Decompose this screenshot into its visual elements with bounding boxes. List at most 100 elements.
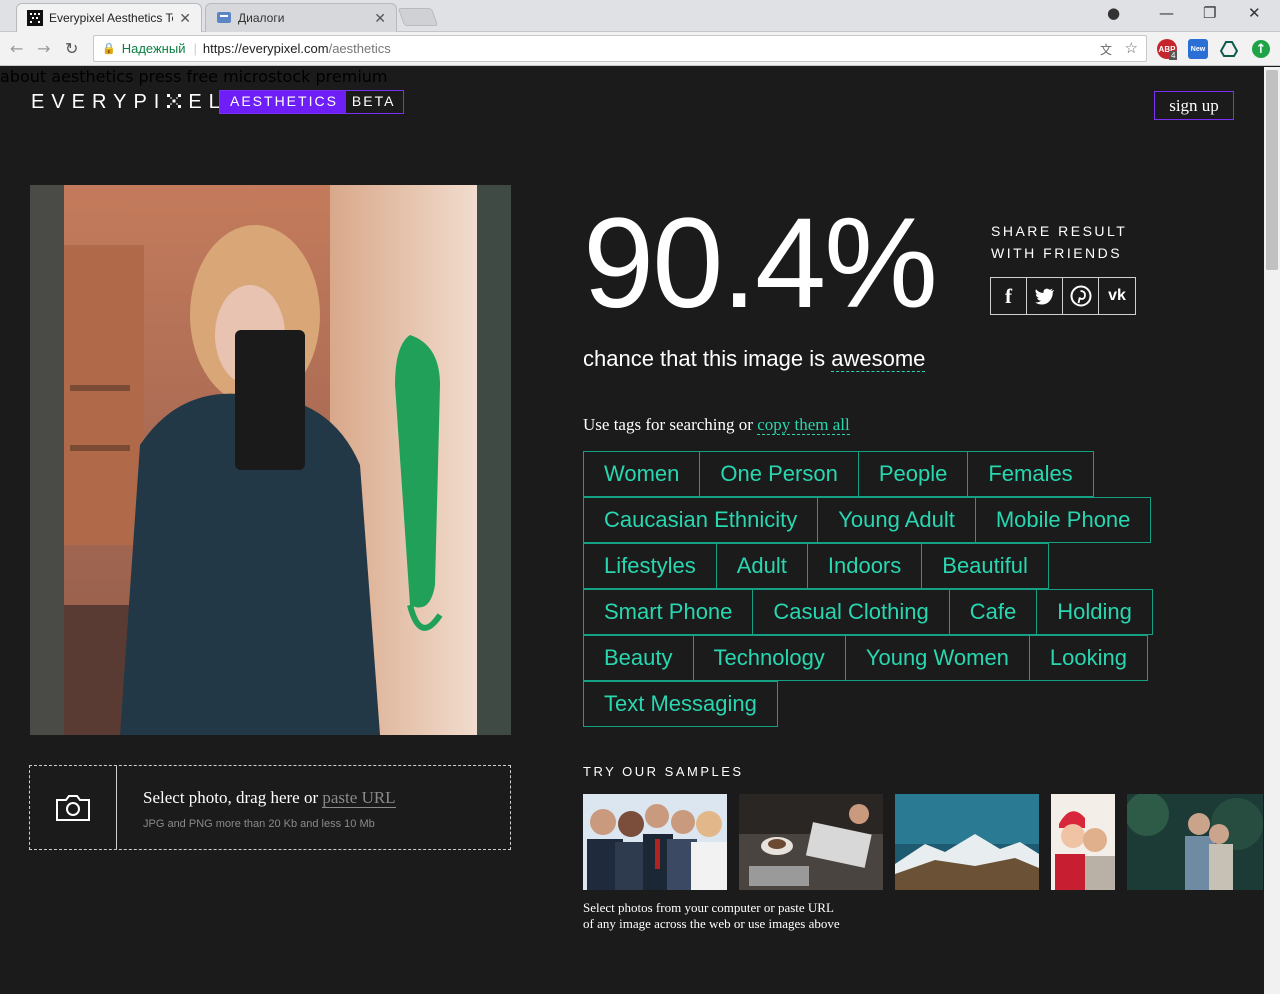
nav-about[interactable]: about <box>0 67 46 86</box>
minimize-icon[interactable]: — <box>1159 4 1174 22</box>
upload-dropzone[interactable]: Select photo, drag here or paste URL JPG… <box>29 765 511 850</box>
logo-text-left: EVERYPI <box>31 91 167 113</box>
page-scrollbar-thumb[interactable] <box>1266 70 1278 270</box>
nav-premium[interactable]: premium <box>316 67 388 86</box>
badge-beta: BETA <box>351 93 396 109</box>
page: EVERYPI EL AESTHETICS BETA about aestheti… <box>0 67 1264 994</box>
forward-icon[interactable]: → <box>37 39 50 58</box>
vk-share-button[interactable]: vk <box>1099 278 1135 314</box>
everypixel-favicon-icon <box>27 10 43 26</box>
close-tab-icon[interactable]: ✕ <box>179 10 191 27</box>
tag-chip[interactable]: Caucasian Ethnicity <box>583 497 819 543</box>
business-team-image <box>583 794 727 890</box>
reload-icon[interactable]: ↻ <box>65 39 78 58</box>
nav-label: microstock <box>223 67 311 86</box>
twitter-icon <box>1034 288 1054 304</box>
tag-chip[interactable]: Young Women <box>844 635 1030 681</box>
nav-label: premium <box>315 67 388 86</box>
samples-note-line-1: Select photos from your computer or past… <box>583 900 834 915</box>
tab-dialogs[interactable]: Диалоги ✕ <box>205 3 397 32</box>
nav-free[interactable]: free <box>186 67 218 86</box>
chance-prefix: chance that this image is <box>583 346 826 371</box>
back-icon[interactable]: ← <box>10 39 23 58</box>
tag-chip[interactable]: Mobile Phone <box>974 497 1152 543</box>
badge-aesthetics: AESTHETICS <box>220 91 346 113</box>
nav-microstock[interactable]: microstock <box>223 67 310 86</box>
tag-chip[interactable]: Beautiful <box>921 543 1049 589</box>
url-bar[interactable]: 🔒 Надежный | https://everypixel.com/aest… <box>93 35 1147 62</box>
vk-icon: vk <box>1108 287 1126 304</box>
share-heading: SHARE RESULT WITH FRIENDS <box>991 220 1127 264</box>
tag-chip[interactable]: Beauty <box>583 635 694 681</box>
tag-chip[interactable]: Women <box>583 451 701 497</box>
sample-image-mountains[interactable] <box>895 794 1039 890</box>
share-line-2: WITH FRIENDS <box>991 245 1123 261</box>
awesome-word[interactable]: awesome <box>831 346 926 372</box>
tag-chip[interactable]: People <box>857 451 969 497</box>
sample-image-couple-winter[interactable] <box>1051 794 1115 890</box>
new-extension-label: New <box>1190 45 1206 53</box>
close-tab-icon[interactable]: ✕ <box>374 10 386 27</box>
tag-chip[interactable]: Casual Clothing <box>752 589 950 635</box>
facebook-icon: f <box>1005 283 1012 308</box>
tag-chip[interactable]: One Person <box>699 451 859 497</box>
tag-row: Women One Person People Females <box>583 451 1193 497</box>
share-line-1: SHARE RESULT <box>991 223 1128 239</box>
tag-row: Text Messaging <box>583 681 1193 727</box>
adblock-count-badge: 4 <box>1169 51 1178 60</box>
restore-icon[interactable]: ❐ <box>1203 4 1216 22</box>
chat-favicon-icon <box>217 12 231 23</box>
tag-chip[interactable]: Adult <box>715 543 808 589</box>
nav-label: about <box>0 67 47 86</box>
sign-up-button[interactable]: sign up <box>1154 91 1234 120</box>
lock-icon: 🔒 <box>102 43 116 55</box>
translate-icon[interactable]: 文 <box>1100 41 1112 58</box>
tag-chip[interactable]: Lifestyles <box>583 543 717 589</box>
facebook-share-button[interactable]: f <box>991 278 1027 314</box>
pinterest-icon <box>1070 285 1091 307</box>
nav-aesthetics[interactable]: aesthetics <box>51 67 133 86</box>
logo-x-mark-icon <box>167 94 182 108</box>
url-separator: | <box>193 41 197 56</box>
sample-image-couple-forest[interactable] <box>1127 794 1263 890</box>
url-path: /aesthetics <box>328 41 391 56</box>
url-host: https://everypixel.com <box>202 41 329 56</box>
tag-chip[interactable]: Holding <box>1036 589 1153 635</box>
analyzed-photo <box>30 185 511 735</box>
tag-chip[interactable]: Young Adult <box>817 497 976 543</box>
tag-cloud: Women One Person People Females Caucasian Et… <box>583 451 1193 727</box>
tag-chip[interactable]: Looking <box>1028 635 1148 681</box>
tag-row: Beauty Technology Young Women Looking <box>583 635 1193 681</box>
tag-chip[interactable]: Indoors <box>806 543 923 589</box>
browser-tab-strip: Everypixel Aesthetics Tes ✕ Диалоги ✕ ● … <box>0 0 1280 32</box>
samples-heading: TRY OUR SAMPLES <box>583 764 744 779</box>
camera-button[interactable] <box>30 766 117 849</box>
new-tab-button[interactable] <box>397 8 439 26</box>
new-extension-icon[interactable]: New <box>1188 39 1208 59</box>
copy-all-tags-link[interactable]: copy them all <box>757 415 850 435</box>
tag-chip[interactable]: Technology <box>692 635 846 681</box>
tag-chip[interactable]: Smart Phone <box>583 589 754 635</box>
pinterest-share-button[interactable] <box>1063 278 1099 314</box>
everypixel-logo[interactable]: EVERYPI EL <box>31 91 227 114</box>
twitter-share-button[interactable] <box>1027 278 1063 314</box>
tab-title: Диалоги <box>238 11 285 25</box>
sample-images <box>583 794 1263 890</box>
analyzed-photo-image <box>30 185 511 735</box>
tag-chip[interactable]: Text Messaging <box>583 681 778 727</box>
nav-press[interactable]: press <box>138 67 181 86</box>
paste-url-link[interactable]: paste URL <box>322 788 396 808</box>
download-arrow-icon[interactable]: ↑ <box>1252 40 1270 58</box>
sample-image-business-team[interactable] <box>583 794 727 890</box>
sample-image-laptop-table[interactable] <box>739 794 883 890</box>
tab-everypixel[interactable]: Everypixel Aesthetics Tes ✕ <box>16 3 202 32</box>
profile-icon[interactable]: ● <box>1107 4 1120 22</box>
bookmark-star-icon[interactable]: ☆ <box>1125 39 1138 57</box>
close-window-icon[interactable]: ✕ <box>1248 4 1261 22</box>
camera-icon <box>56 794 90 821</box>
drive-icon[interactable] <box>1220 41 1238 57</box>
couple-forest-image <box>1127 794 1263 890</box>
tag-chip[interactable]: Cafe <box>948 589 1038 635</box>
tag-chip[interactable]: Females <box>967 451 1094 497</box>
aesthetics-beta-badge: AESTHETICS BETA <box>219 90 405 114</box>
